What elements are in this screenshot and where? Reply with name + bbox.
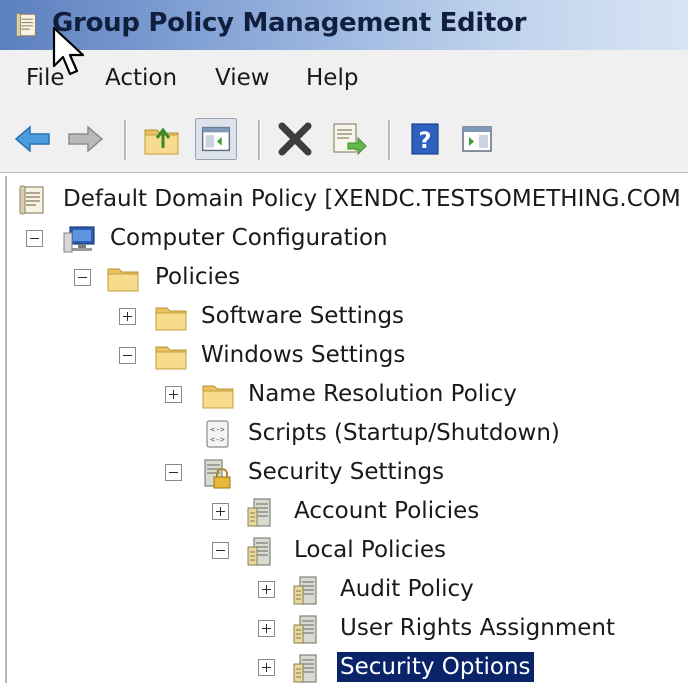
policy-server-icon xyxy=(245,496,279,528)
menu-help[interactable]: Help xyxy=(302,63,362,93)
folder-icon xyxy=(106,262,140,294)
tree-node-user-rights-assignment[interactable]: User Rights Assignment xyxy=(0,609,688,648)
menu-action[interactable]: Action xyxy=(101,63,181,93)
title-bar[interactable]: Group Policy Management Editor xyxy=(0,0,688,50)
policy-server-icon xyxy=(291,652,325,683)
collapse-toggle[interactable] xyxy=(119,347,136,364)
policy-document-icon xyxy=(17,184,51,216)
console-tree: Default Domain Policy [XENDC.TESTSOMETHI… xyxy=(0,176,688,683)
toolbar-separator xyxy=(388,120,391,160)
folder-icon xyxy=(154,340,188,372)
back-arrow-icon[interactable] xyxy=(12,118,54,160)
tree-node-label: Audit Policy xyxy=(340,576,474,602)
tree-node-label: Software Settings xyxy=(201,303,405,329)
policy-server-icon xyxy=(291,574,325,606)
forward-arrow-icon[interactable] xyxy=(64,118,106,160)
tree-node-local-policies[interactable]: Local Policies xyxy=(0,531,688,570)
tree-node-default-domain-policy[interactable]: Default Domain Policy [XENDC.TESTSOMETHI… xyxy=(0,180,688,219)
tree-node-windows-settings[interactable]: Windows Settings xyxy=(0,336,688,375)
menu-bar: File Action View Help xyxy=(0,50,688,109)
menu-file[interactable]: File xyxy=(22,63,69,93)
tree-node-label: Scripts (Startup/Shutdown) xyxy=(248,420,560,446)
collapse-toggle[interactable] xyxy=(74,269,91,286)
collapse-toggle[interactable] xyxy=(26,230,43,247)
svg-text:<->: <-> xyxy=(210,435,225,444)
collapse-toggle[interactable] xyxy=(165,464,182,481)
expand-toggle[interactable] xyxy=(165,386,182,403)
collapse-toggle[interactable] xyxy=(212,542,229,559)
svg-text:<->: <-> xyxy=(210,425,225,434)
tree-node-label: Windows Settings xyxy=(201,342,406,368)
help-icon[interactable]: ? xyxy=(404,118,446,160)
tree-node-label: Security Settings xyxy=(248,459,445,485)
toolbar-separator xyxy=(124,120,127,160)
window-title: Group Policy Management Editor xyxy=(52,8,527,38)
tree-node-security-options[interactable]: Security Options xyxy=(0,648,688,683)
tree-node-label: Computer Configuration xyxy=(110,225,388,251)
expand-toggle[interactable] xyxy=(119,308,136,325)
gpme-window: Group Policy Management Editor File Acti… xyxy=(0,0,688,683)
tree-node-policies[interactable]: Policies xyxy=(0,258,688,297)
toolbar: ? xyxy=(0,108,688,173)
delete-icon[interactable] xyxy=(274,118,316,160)
tree-node-computer-configuration[interactable]: Computer Configuration xyxy=(0,219,688,258)
tree-node-label: User Rights Assignment xyxy=(340,615,616,641)
tree-node-label: Account Policies xyxy=(294,498,480,524)
expand-toggle[interactable] xyxy=(212,503,229,520)
tree-node-label: Policies xyxy=(155,264,241,290)
security-lock-icon xyxy=(204,459,231,489)
tree-node-software-settings[interactable]: Software Settings xyxy=(0,297,688,336)
menu-view[interactable]: View xyxy=(211,63,274,93)
folder-icon xyxy=(154,301,188,333)
tree-node-account-policies[interactable]: Account Policies xyxy=(0,492,688,531)
tree-node-audit-policy[interactable]: Audit Policy xyxy=(0,570,688,609)
tree-node-label-selected: Security Options xyxy=(337,652,534,682)
expand-toggle[interactable] xyxy=(258,581,275,598)
policy-server-icon xyxy=(291,613,325,645)
tree-node-label: Local Policies xyxy=(294,537,446,563)
script-icon: <-> <-> xyxy=(206,420,229,448)
up-folder-icon[interactable] xyxy=(141,118,183,160)
expand-toggle[interactable] xyxy=(258,659,275,676)
tree-node-label: Name Resolution Policy xyxy=(248,381,517,407)
computer-icon xyxy=(63,226,95,253)
export-list-icon[interactable] xyxy=(328,118,370,160)
tree-node-name-resolution-policy[interactable]: Name Resolution Policy xyxy=(0,375,688,414)
tree-node-label: Default Domain Policy [XENDC.TESTSOMETHI… xyxy=(63,186,681,212)
show-action-pane-icon[interactable] xyxy=(456,118,498,160)
expand-toggle[interactable] xyxy=(258,620,275,637)
policy-server-icon xyxy=(245,535,279,567)
tree-node-security-settings[interactable]: Security Settings xyxy=(0,453,688,492)
tree-node-scripts[interactable]: <-> <-> Scripts (Startup/Shutdown) xyxy=(0,414,688,453)
toolbar-separator xyxy=(258,120,261,160)
policy-document-icon xyxy=(14,8,42,42)
svg-text:?: ? xyxy=(419,129,432,154)
folder-icon xyxy=(201,379,235,411)
show-hide-console-tree-icon[interactable] xyxy=(195,118,237,160)
